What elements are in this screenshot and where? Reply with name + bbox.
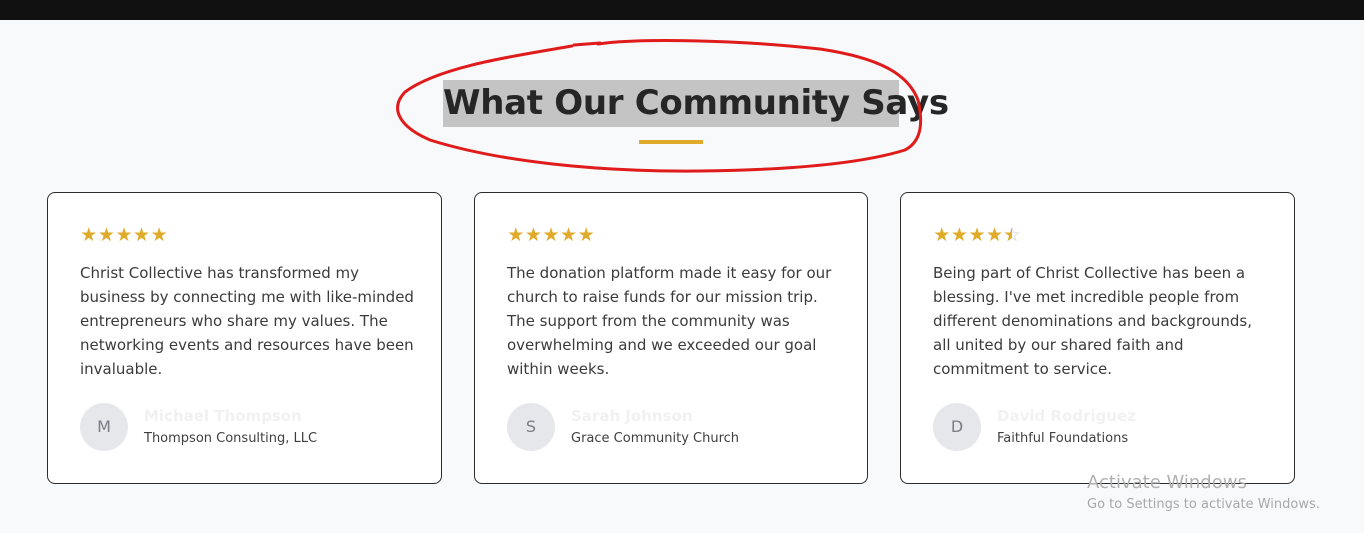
author-organization: Faithful Foundations (997, 431, 1129, 446)
author-organization: Grace Community Church (571, 431, 740, 446)
star-icon: ★ (97, 224, 115, 246)
testimonial-quote: Being part of Christ Collective has been… (933, 264, 1252, 378)
activate-windows-watermark: Activate Windows Go to Settings to activ… (1087, 472, 1320, 514)
watermark-title: Activate Windows (1087, 472, 1247, 493)
star-icon: ★ (968, 224, 986, 246)
top-bar (0, 0, 1364, 20)
star-icon: ★ (950, 224, 968, 246)
testimonial-card: ★ ★ ★ ★ ★ The donation platform made it easy… (474, 192, 868, 484)
star-icon: ★ (150, 224, 168, 246)
testimonial-author: D David Rodriguez Faithful Foundations (933, 403, 1263, 451)
watermark-subtitle: Go to Settings to activate Windows. (1087, 497, 1320, 512)
star-icon: ★ (577, 224, 595, 246)
star-icon: ★ (80, 224, 98, 246)
star-icon: ★ (560, 224, 578, 246)
testimonial-author: S Sarah Johnson Grace Community Church (507, 403, 837, 451)
testimonial-card: ★ ★ ★ ★ ★ Christ Collective has transformed … (47, 192, 442, 484)
author-name: Michael Thompson (144, 407, 302, 425)
star-rating: ★ ★ ★ ★ ★ (80, 225, 168, 245)
testimonial-author: M Michael Thompson Thompson Consulting, … (80, 403, 410, 451)
star-icon: ★ (133, 224, 151, 246)
testimonial-quote: Christ Collective has transformed my bus… (80, 264, 414, 378)
testimonial-card: ★★★★☆ Being part of Christ Collective ha… (900, 192, 1295, 484)
author-organization: Thompson Consulting, LLC (144, 431, 318, 446)
author-name: Sarah Johnson (571, 407, 693, 425)
star-icon: ★ (507, 224, 525, 246)
star-icon: ★ (933, 224, 951, 246)
avatar: S (507, 403, 555, 451)
star-icon: ★ (986, 224, 1004, 246)
avatar: M (80, 403, 128, 451)
title-underline (639, 140, 703, 144)
half-star-icon: ☆ (1003, 225, 1021, 245)
avatar: D (933, 403, 981, 451)
star-rating: ★★★★☆ (933, 225, 1021, 245)
section-title: What Our Community Says (443, 80, 949, 127)
testimonial-quote: The donation platform made it easy for o… (507, 264, 832, 378)
star-icon: ★ (542, 224, 560, 246)
star-icon: ★ (115, 224, 133, 246)
star-rating: ★ ★ ★ ★ ★ (507, 225, 595, 245)
author-name: David Rodriguez (997, 407, 1136, 425)
star-icon: ★ (524, 224, 542, 246)
